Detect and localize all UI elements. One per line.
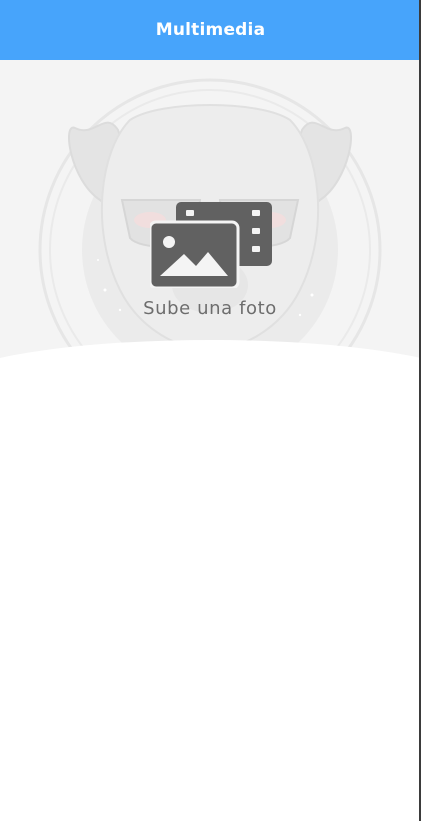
hero-curve-divider: [0, 340, 421, 398]
photo-video-icon: [150, 202, 272, 288]
app-bar: Multimedia: [0, 0, 421, 60]
upload-photo-button[interactable]: Sube una foto: [110, 195, 310, 330]
page-title: Multimedia: [155, 20, 266, 40]
upload-photo-label: Sube una foto: [143, 298, 277, 319]
